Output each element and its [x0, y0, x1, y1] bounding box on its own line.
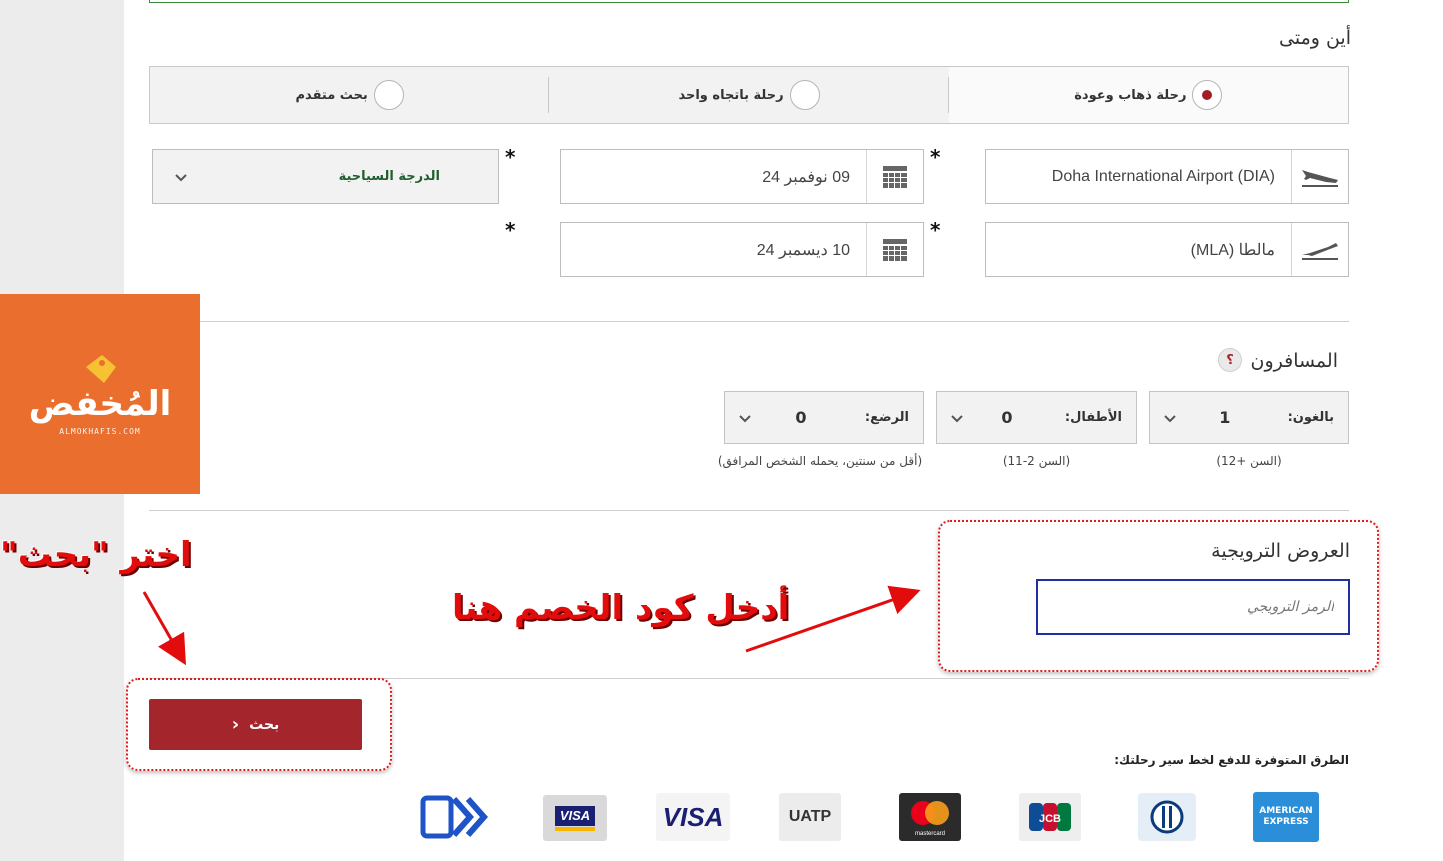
- infants-label: الرضع:: [864, 410, 909, 425]
- divider: [149, 321, 1349, 322]
- trip-type-selector: رحلة ذهاب وعودة رحلة باتجاه واحد بحث متق…: [149, 66, 1349, 124]
- visa-icon: VISA: [656, 793, 730, 841]
- svg-text:mastercard: mastercard: [915, 831, 945, 837]
- children-count: 0: [1001, 408, 1013, 427]
- infants-selector[interactable]: الرضع: 0: [724, 391, 924, 444]
- adults-selector[interactable]: بالغون: 1: [1149, 391, 1349, 444]
- trip-type-oneway[interactable]: رحلة باتجاه واحد: [549, 67, 950, 123]
- chevron-down-icon: [951, 414, 963, 422]
- visa-electron-icon: VISA: [543, 795, 607, 841]
- trip-type-label: رحلة ذهاب وعودة: [1074, 87, 1187, 103]
- required-mark: *: [505, 145, 516, 169]
- amex-label: AMERICAN EXPRESS: [1259, 806, 1313, 827]
- uatp-icon: UATP: [779, 793, 841, 841]
- depart-date-field[interactable]: 09 نوفمبر 24: [560, 149, 924, 204]
- return-date-value: 10 ديسمبر 24: [756, 241, 850, 259]
- visa-electron-logo: VISA: [555, 805, 595, 826]
- chevron-down-icon: [739, 414, 751, 422]
- radio-oneway[interactable]: [789, 80, 820, 110]
- landing-icon: [1291, 223, 1348, 276]
- children-note: (السن 2-11): [1002, 454, 1071, 468]
- annotation-enter-code: أدخل كود الخصم هنا: [452, 588, 790, 628]
- promo-code-field[interactable]: [1036, 579, 1350, 635]
- cabin-class-value: الدرجة السياحية: [338, 169, 440, 184]
- adults-count: 1: [1219, 408, 1231, 427]
- fawry-icon: [420, 793, 490, 841]
- calendar-icon: [866, 223, 923, 276]
- tag-icon: [86, 354, 116, 383]
- amex-icon: AMERICAN EXPRESS: [1253, 792, 1319, 842]
- adults-label: بالغون:: [1287, 410, 1334, 425]
- origin-field[interactable]: Doha International Airport (DIA): [985, 149, 1349, 204]
- help-icon-text: ؟: [1226, 352, 1234, 368]
- promo-title: العروض الترويجية: [1211, 540, 1350, 562]
- payment-title: الطرق المتوفرة للدفع لخط سير رحلتك:: [1114, 753, 1349, 767]
- divider: [149, 510, 1349, 511]
- calendar-icon: [866, 150, 923, 203]
- required-mark: *: [930, 218, 941, 242]
- watermark-brand: المُخفض: [28, 383, 172, 424]
- trip-type-label: رحلة باتجاه واحد: [678, 87, 784, 103]
- destination-field[interactable]: مالطا (MLA): [985, 222, 1349, 277]
- return-date-field[interactable]: 10 ديسمبر 24: [560, 222, 924, 277]
- chevron-down-icon: [1164, 414, 1176, 422]
- visa-label: VISA: [662, 801, 724, 832]
- destination-value: مالطا (MLA): [1190, 241, 1275, 259]
- diners-icon: [1137, 793, 1197, 841]
- radio-advanced[interactable]: [373, 80, 404, 110]
- passengers-title: المسافرون: [1250, 350, 1339, 372]
- search-button-label: بحث: [249, 716, 280, 733]
- radio-roundtrip[interactable]: [1192, 80, 1223, 110]
- visa-electron-stripe: [555, 826, 595, 831]
- trip-type-advanced[interactable]: بحث متقدم: [150, 67, 550, 123]
- uatp-label: UATP: [788, 808, 832, 825]
- required-mark: *: [505, 218, 516, 242]
- children-label: الأطفال:: [1064, 410, 1122, 425]
- watermark-sub: ALMOKHAFIS.COM: [59, 426, 141, 436]
- promo-code-input[interactable]: [1038, 581, 1348, 633]
- search-button[interactable]: بحث ‹: [149, 699, 362, 750]
- jcb-icon: JCB: [1019, 793, 1081, 841]
- help-icon[interactable]: ؟: [1218, 348, 1242, 372]
- infants-count: 0: [795, 408, 807, 427]
- trip-type-roundtrip[interactable]: رحلة ذهاب وعودة: [948, 67, 1348, 123]
- cabin-class-select[interactable]: الدرجة السياحية: [152, 149, 499, 204]
- trip-type-label: بحث متقدم: [295, 87, 368, 103]
- children-selector[interactable]: الأطفال: 0: [936, 391, 1137, 444]
- where-when-title: أين ومتى: [1279, 27, 1351, 49]
- adults-note: (السن +12): [1216, 454, 1282, 468]
- chevron-left-icon: ‹: [231, 714, 240, 735]
- top-border: [149, 0, 1349, 3]
- infants-note: (أقل من سنتين، يحمله الشخص المرافق): [717, 454, 923, 468]
- required-mark: *: [930, 145, 941, 169]
- svg-text:JCB: JCB: [1039, 813, 1061, 825]
- mastercard-icon: mastercard: [899, 793, 961, 841]
- annotation-choose-search: اختر "بحث": [0, 535, 192, 575]
- takeoff-icon: [1291, 150, 1348, 203]
- origin-value: Doha International Airport (DIA): [1051, 167, 1275, 185]
- depart-date-value: 09 نوفمبر 24: [762, 168, 850, 186]
- watermark-logo: المُخفض ALMOKHAFIS.COM: [0, 294, 200, 494]
- chevron-down-icon: [175, 173, 187, 181]
